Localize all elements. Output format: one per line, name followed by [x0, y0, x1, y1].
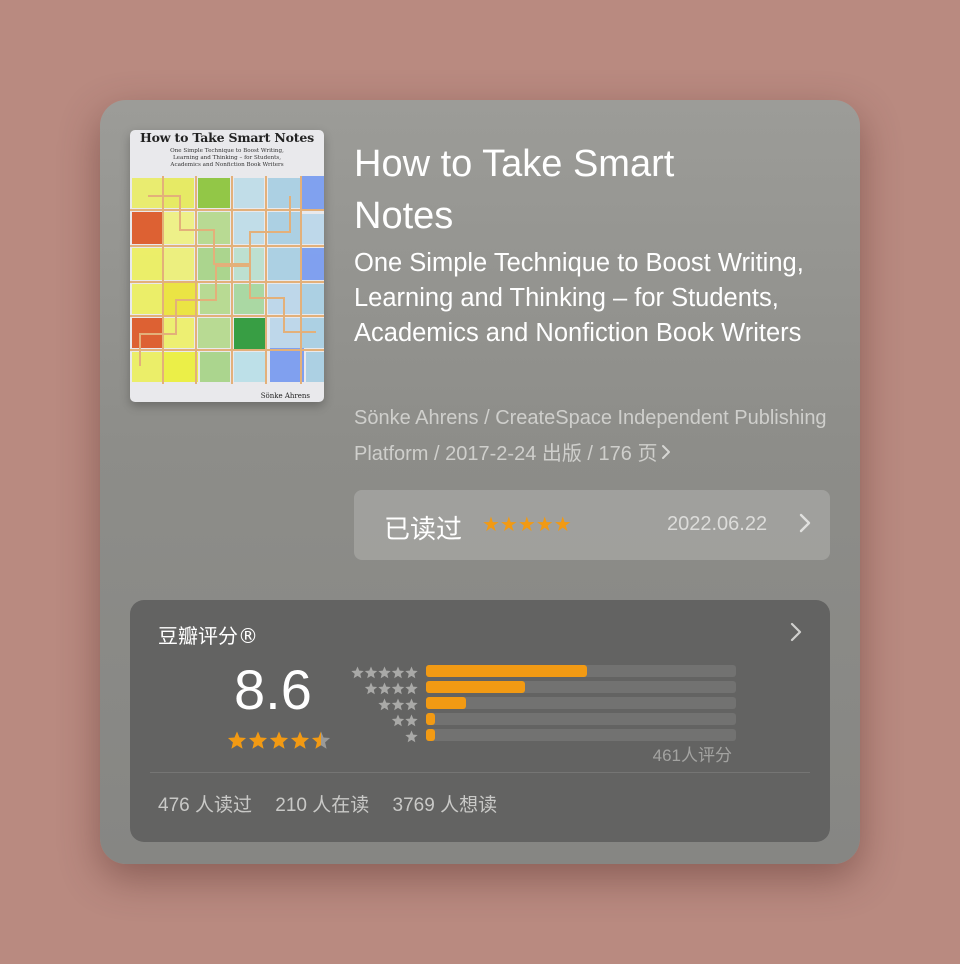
rating-stars	[227, 731, 331, 749]
reading-stats: 476 人读过 210 人在读 3769 人想读	[158, 790, 515, 817]
star-icon	[290, 731, 310, 749]
read-status-row[interactable]: 已读过 ★★★★★ 2022.06.22	[354, 490, 830, 560]
distribution-bar-3	[426, 697, 736, 709]
rating-score: 8.6	[234, 658, 312, 721]
distribution-stars-1	[405, 730, 418, 743]
star-icon	[227, 731, 247, 749]
rating-distribution	[426, 665, 736, 745]
my-rating-stars: ★★★★★	[482, 512, 572, 536]
distribution-bar-fill	[426, 681, 526, 693]
book-meta-text: Sönke Ahrens / CreateSpace Independent P…	[354, 407, 827, 465]
distribution-bar-fill	[426, 713, 436, 725]
distribution-bar-fill	[426, 729, 436, 741]
chevron-right-icon	[799, 513, 811, 533]
distribution-bar-2	[426, 713, 736, 725]
stat-want: 3769 人想读	[392, 795, 498, 816]
cover-title: How to Take Smart Notes	[140, 130, 314, 145]
distribution-bar-fill	[426, 665, 588, 677]
douban-rating-panel[interactable]: 豆瓣评分® 8.6 461人评分 476 人读过 210 人在读 3769 人想…	[130, 600, 830, 842]
book-title: How to Take Smart Notes	[354, 143, 675, 237]
star-icon	[311, 731, 331, 749]
distribution-stars-2	[391, 714, 418, 727]
divider	[150, 772, 810, 773]
stat-reading: 210 人在读	[275, 795, 370, 816]
cover-author: Sönke Ahrens	[260, 392, 310, 400]
distribution-stars-4	[364, 682, 418, 695]
book-cover[interactable]: How to Take Smart Notes One Simple Techn…	[130, 130, 324, 402]
distribution-bar-fill	[426, 697, 467, 709]
read-status-label: 已读过	[384, 515, 463, 545]
book-card: How to Take Smart Notes One Simple Techn…	[100, 100, 860, 864]
book-meta[interactable]: Sönke Ahrens / CreateSpace Independent P…	[354, 400, 834, 472]
rating-title: 豆瓣评分®	[158, 624, 258, 648]
chevron-right-icon	[661, 436, 671, 472]
star-icon	[248, 731, 268, 749]
distribution-stars-3	[378, 698, 418, 711]
book-subtitle: One Simple Technique to Boost Writing, L…	[354, 249, 804, 347]
distribution-bar-1	[426, 729, 736, 741]
distribution-bar-5	[426, 665, 736, 677]
rating-count: 461人评分	[652, 746, 732, 765]
distribution-bar-4	[426, 681, 736, 693]
chevron-right-icon[interactable]	[790, 622, 802, 642]
read-date: 2022.06.22	[667, 513, 768, 535]
stat-read: 476 人读过	[158, 795, 252, 816]
star-icon	[269, 731, 289, 749]
cover-subtitle: One Simple Technique to Boost Writing, L…	[170, 148, 284, 168]
distribution-stars-5	[351, 666, 418, 679]
distribution-star-labels	[351, 666, 418, 743]
cover-art	[130, 176, 324, 384]
